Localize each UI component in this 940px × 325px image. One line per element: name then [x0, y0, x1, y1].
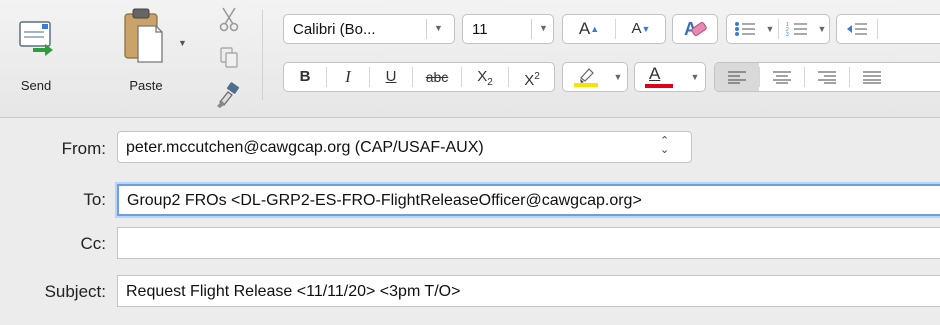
grow-font-icon: ▲ [590, 24, 600, 34]
numbering-icon: 1 2 3 [786, 22, 807, 38]
font-size-value: 11 [472, 21, 488, 38]
justify-icon [863, 71, 881, 84]
subscript-label: X [477, 68, 488, 85]
from-label: From: [61, 139, 106, 158]
paste-button[interactable]: ▼ Paste [118, 4, 188, 104]
strikethrough-label: abc [425, 69, 449, 85]
chevron-down-icon: ▼ [434, 23, 443, 33]
underline-button[interactable]: U [370, 63, 412, 91]
list-group: ▼ 1 2 3 ▼ [726, 14, 830, 44]
toolbar-separator [262, 10, 263, 100]
font-color-swatch [645, 84, 673, 88]
superscript-label: X [524, 72, 535, 89]
paste-dropdown-icon[interactable]: ▼ [178, 38, 187, 48]
font-name-select[interactable]: Calibri (Bo... ▼ [283, 14, 455, 44]
subscript-mark: 2 [487, 77, 493, 88]
bold-label: B [299, 68, 311, 85]
alignment-group [714, 62, 940, 92]
superscript-mark: 2 [534, 71, 540, 82]
italic-button[interactable]: I [327, 63, 369, 91]
decrease-indent-icon [847, 23, 867, 35]
justify-button[interactable] [850, 63, 894, 91]
clear-formatting-icon: A [684, 19, 707, 39]
svg-text:3: 3 [786, 32, 789, 37]
from-value: peter.mccutchen@cawgcap.org (CAP/USAF-AU… [126, 139, 484, 156]
align-center-icon [773, 71, 791, 84]
grow-font-label: A [578, 19, 591, 38]
copy-icon[interactable] [218, 46, 240, 70]
subject-value: Request Flight Release <11/11/20> <3pm T… [126, 283, 461, 300]
font-name-value: Calibri (Bo... [293, 21, 376, 38]
shrink-font-icon: ▼ [641, 24, 651, 34]
clipboard-icon [124, 8, 163, 63]
subject-field[interactable]: Request Flight Release <11/11/20> <3pm T… [117, 275, 940, 307]
font-size-adjust-group: A▲ A▼ [562, 14, 666, 44]
send-button[interactable]: Send [6, 6, 66, 106]
paste-label: Paste [129, 78, 163, 93]
bold-button[interactable]: B [284, 63, 326, 91]
shrink-font-button[interactable]: A▼ [616, 15, 666, 43]
align-center-button[interactable] [760, 63, 804, 91]
highlight-icon [574, 68, 598, 87]
bullets-icon [735, 22, 755, 36]
align-left-button[interactable] [715, 63, 759, 91]
align-left-icon [728, 71, 746, 84]
highlight-group: ▼ [562, 62, 628, 92]
highlight-button[interactable] [563, 63, 609, 91]
from-select[interactable]: peter.mccutchen@cawgcap.org (CAP/USAF-AU… [117, 131, 692, 163]
chevron-down-icon[interactable]: ▼ [685, 63, 705, 91]
cc-field[interactable] [117, 227, 940, 259]
format-painter-icon[interactable] [214, 82, 242, 108]
ribbon-toolbar: Send ▼ Paste Calibri (Bo... ▼ 11 ▼ A▲ A▼… [0, 0, 940, 118]
text-style-group: B I U abc X2 X2 [283, 62, 555, 92]
chevron-down-icon[interactable]: ▼ [609, 63, 627, 91]
font-color-button[interactable]: A [635, 63, 685, 91]
strikethrough-button[interactable]: abc [413, 63, 461, 91]
divider [877, 19, 878, 39]
underline-label: U [385, 68, 397, 85]
divider [531, 19, 532, 39]
align-right-icon [818, 71, 836, 84]
superscript-button[interactable]: X2 [509, 63, 555, 91]
subject-label: Subject: [44, 282, 106, 301]
shrink-font-label: A [631, 20, 642, 37]
to-value: Group2 FROs <DL-GRP2-ES-FRO-FlightReleas… [127, 192, 642, 209]
grow-font-button[interactable]: A▲ [563, 15, 615, 43]
send-icon [19, 21, 53, 56]
to-field[interactable]: Group2 FROs <DL-GRP2-ES-FRO-FlightReleas… [117, 184, 940, 216]
italic-label: I [345, 67, 351, 86]
subscript-button[interactable]: X2 [462, 63, 508, 91]
cut-icon[interactable] [218, 6, 240, 32]
send-label: Send [20, 78, 52, 93]
align-right-button[interactable] [805, 63, 849, 91]
chevron-down-icon[interactable]: ▼ [815, 15, 829, 43]
bullets-button[interactable] [727, 15, 763, 43]
font-color-group: A ▼ [634, 62, 706, 92]
cc-label: Cc: [80, 234, 107, 253]
numbering-button[interactable]: 1 2 3 [779, 15, 815, 43]
up-down-chevron-icon: ⌃ ⌄ [660, 135, 670, 156]
to-label: To: [83, 190, 106, 209]
font-size-select[interactable]: 11 ▼ [462, 14, 554, 44]
clear-formatting-button[interactable]: A [672, 14, 718, 44]
divider [426, 19, 427, 39]
indent-group [836, 14, 940, 44]
decrease-indent-button[interactable] [837, 15, 877, 43]
chevron-down-icon: ▼ [539, 23, 548, 33]
chevron-down-icon[interactable]: ▼ [763, 15, 777, 43]
